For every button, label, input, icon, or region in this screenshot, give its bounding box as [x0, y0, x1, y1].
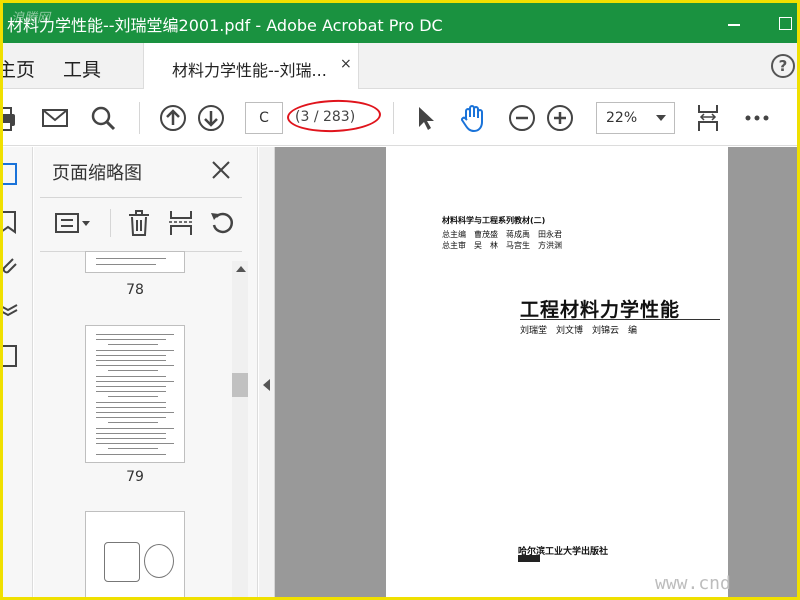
scrollbar-thumb[interactable] [232, 373, 248, 397]
chief-reviewers: 总主审 吴 林 马宫生 方洪渊 [442, 241, 562, 250]
thumbnail-text-line [96, 417, 166, 419]
thumbnail-text-line [96, 443, 174, 445]
app-window: 浪腾网 材料力学性能--刘瑞堂编2001.pdf - Adobe Acrobat… [0, 0, 800, 600]
maximize-button[interactable] [773, 11, 797, 35]
close-tab-icon[interactable]: × [340, 56, 352, 72]
thumbnail-scrollbar[interactable] [232, 261, 248, 597]
thumbnail-text-line [96, 386, 166, 387]
chevron-left-icon [263, 379, 270, 391]
minimize-button[interactable] [721, 11, 747, 35]
attachments-icon[interactable] [3, 251, 21, 277]
collapse-panel-button[interactable] [259, 147, 275, 597]
mail-icon[interactable] [39, 102, 71, 134]
page-thumbnail[interactable] [85, 251, 185, 273]
thumbnail-options-icon[interactable] [54, 209, 94, 237]
panel-divider-vertical [110, 209, 111, 237]
close-panel-icon[interactable] [210, 159, 232, 181]
book-authors: 刘瑞堂 刘文博 刘锦云 编 [520, 326, 638, 336]
thumbnail-text-line [108, 370, 158, 372]
layers-icon[interactable] [3, 297, 21, 323]
thumbnails-panel: 页面缩略图 78 79 [34, 147, 258, 597]
chevron-down-icon [656, 115, 666, 121]
pdf-page: 材料科学与工程系列教材(二) 总主编 曹茂盛 蒋成禹 田永君 总主审 吴 林 马… [386, 147, 728, 597]
page-thumbnail[interactable] [85, 511, 185, 597]
thumbnail-text-line [96, 406, 166, 408]
thumbnail-text-line [108, 344, 158, 346]
scroll-up-icon[interactable] [236, 266, 246, 272]
thumbnail-page-number: 79 [126, 469, 144, 485]
menu-home[interactable]: 主页 [3, 55, 35, 82]
thumbnail-page-number: 78 [126, 282, 144, 298]
delete-icon[interactable] [124, 209, 154, 237]
book-title: 工程材料力学性能 [520, 299, 681, 321]
watermark-url: www.cnd [655, 573, 731, 594]
thumbnail-text-line [96, 391, 166, 393]
thumbnail-text-line [96, 432, 166, 434]
thumbnail-text-line [96, 453, 166, 455]
series-title: 材料科学与工程系列教材(二) [442, 216, 546, 225]
thumbnail-text-line [96, 401, 166, 403]
zoom-select[interactable]: 22% [596, 102, 675, 134]
thumbnail-text-line [96, 349, 174, 351]
main-toolbar: C (3 / 283) 22% [3, 90, 797, 146]
thumbnail-text-line [96, 360, 166, 361]
panel-title: 页面缩略图 [52, 163, 142, 184]
help-icon[interactable]: ? [771, 54, 795, 78]
thumbnail-text-line [96, 354, 166, 356]
panel-divider [40, 197, 242, 198]
page-down-icon[interactable] [195, 102, 227, 134]
zoom-out-icon[interactable] [506, 102, 538, 134]
thumbnail-text-line [96, 412, 174, 413]
print-icon[interactable] [3, 102, 21, 134]
thumbnail-text-line [96, 339, 166, 341]
document-icon[interactable] [3, 343, 21, 369]
publisher-logo [518, 555, 540, 562]
thumbnail-text-line [96, 375, 166, 377]
navigation-pane [3, 147, 33, 597]
menu-tools[interactable]: 工具 [63, 55, 101, 82]
chief-editors: 总主编 曹茂盛 蒋成禹 田永君 [442, 230, 562, 239]
page-number-input[interactable]: C [245, 102, 283, 134]
thumbnail-text-line [96, 365, 174, 367]
thumbnail-text-line [96, 380, 174, 382]
document-tab-label: 材料力学性能--刘瑞... [172, 61, 327, 80]
menu-bar: 主页 工具 材料力学性能--刘瑞... × ? [3, 43, 797, 89]
zoom-value: 22% [606, 110, 638, 126]
toolbar-divider [393, 102, 394, 134]
hand-icon[interactable] [457, 102, 489, 134]
fit-page-icon[interactable] [692, 102, 724, 134]
toolbar-divider [139, 102, 140, 134]
more-icon[interactable] [741, 102, 773, 134]
page-thumbnails-icon[interactable] [3, 161, 21, 187]
title-bar: 浪腾网 材料力学性能--刘瑞堂编2001.pdf - Adobe Acrobat… [3, 3, 797, 43]
thumbnail-text-line [108, 448, 158, 450]
thumbnail-text-line [108, 422, 158, 424]
zoom-in-icon[interactable] [544, 102, 576, 134]
thumbnail-text-line [96, 427, 174, 429]
document-view[interactable]: 材料科学与工程系列教材(二) 总主编 曹茂盛 蒋成禹 田永君 总主审 吴 林 马… [259, 147, 797, 597]
rotate-icon[interactable] [208, 209, 238, 237]
thumbnail-text-line [96, 334, 174, 335]
bookmarks-icon[interactable] [3, 209, 21, 235]
window-title: 材料力学性能--刘瑞堂编2001.pdf - Adobe Acrobat Pro… [7, 16, 443, 35]
thumbnail-text-line [96, 438, 166, 439]
page-thumbnail[interactable] [85, 325, 185, 463]
search-icon[interactable] [87, 102, 119, 134]
select-arrow-icon[interactable] [409, 102, 441, 134]
page-up-icon[interactable] [157, 102, 189, 134]
extract-pages-icon[interactable] [166, 209, 196, 237]
document-tab[interactable]: 材料力学性能--刘瑞... × [143, 43, 359, 89]
highlight-annotation [286, 98, 382, 134]
thumbnail-text-line [108, 396, 158, 398]
title-rule [520, 319, 720, 320]
